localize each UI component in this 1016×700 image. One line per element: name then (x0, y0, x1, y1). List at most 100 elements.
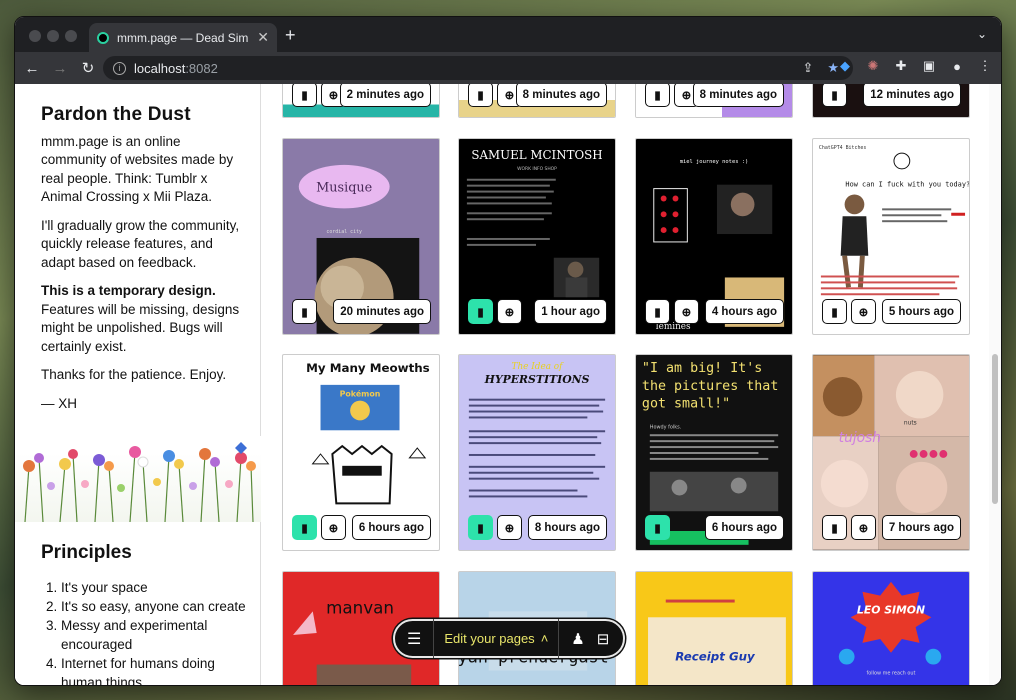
card-heading: LEO SIMON (857, 603, 925, 616)
card-heading: How can I fuck with you today? (845, 181, 969, 189)
scrollbar-thumb[interactable] (992, 354, 998, 504)
bookmark-button[interactable]: ▮ (468, 299, 493, 324)
browser-tab[interactable]: mmm.page — Dead Simple, Dr ✕ (89, 23, 277, 52)
page-card[interactable]: ▮ ⊕ 8 minutes ago (458, 84, 616, 118)
page-card[interactable]: "I am big! It's the pictures that got sm… (635, 354, 793, 551)
card-subtext: Pokémon (340, 389, 381, 399)
bookmark-button[interactable]: ▮ (645, 84, 670, 107)
close-window-dot[interactable] (29, 30, 41, 42)
flowers-illustration (15, 436, 261, 522)
card-heading: HYPERSTITIONS (484, 373, 590, 386)
site-info-icon[interactable]: i (113, 61, 126, 75)
card-subtext: cordial city (326, 229, 362, 235)
follow-button[interactable]: ⊕ (674, 299, 699, 324)
follow-button[interactable]: ⊕ (321, 515, 346, 540)
follow-button[interactable]: ⊕ (497, 515, 522, 540)
profile-icon[interactable]: ● (949, 58, 965, 74)
back-icon[interactable]: ← (21, 60, 43, 77)
close-tab-icon[interactable]: ✕ (257, 29, 269, 46)
temporary-design-rest: Features will be missing, designs might … (41, 301, 240, 354)
browser-menu-icon[interactable]: ⋮ (977, 58, 993, 74)
card-heading: "I am big! It's the pictures that got sm… (641, 360, 779, 412)
card-heading: miel journey notes :) (680, 159, 749, 165)
scrollbar[interactable] (989, 84, 1001, 685)
card-heading: SAMUEL MCINTOSH (471, 148, 602, 162)
share-icon[interactable]: ⇪ (802, 60, 813, 76)
extensions-puzzle-icon[interactable]: ✚ (893, 58, 909, 74)
signature: — XH (41, 395, 78, 411)
bookmark-button[interactable]: ▮ (822, 515, 847, 540)
principle-item: It's your space (61, 578, 251, 597)
page-card[interactable]: ChatGPT4 Bitches How can I fuck with you… (812, 138, 970, 335)
timestamp-chip: 6 hours ago (351, 515, 431, 540)
page-card[interactable]: The Idea of HYPERSTITIONS ▮ ⊕ 8 hours ag… (458, 354, 616, 551)
page-card[interactable]: Receipt Guy (635, 571, 793, 685)
card-heading: Musique (316, 181, 372, 196)
tab-search-icon[interactable]: ⌄ (977, 27, 987, 41)
timestamp-chip: 5 hours ago (881, 299, 961, 324)
principle-item: Internet for humans doing human things (61, 654, 251, 685)
principles-title: Principles (41, 542, 132, 563)
follow-button[interactable]: ⊕ (497, 299, 522, 324)
extension-gem-icon[interactable]: ◆ (837, 58, 853, 74)
inbox-icon[interactable]: ⊟ (597, 630, 610, 648)
bag-icon[interactable]: ♟ (571, 630, 584, 648)
sidebar-title: Pardon the Dust (41, 104, 191, 125)
growth-paragraph: I'll gradually grow the community, quick… (41, 217, 240, 270)
timestamp-chip: 20 minutes ago (333, 299, 431, 324)
url-port: :8082 (185, 60, 218, 76)
side-panel-icon[interactable]: ▣ (921, 58, 937, 74)
card-heading: tujosh (839, 430, 881, 446)
card-nav: WORK INFO SHOP (517, 166, 557, 172)
maximize-window-dot[interactable] (65, 30, 77, 42)
browser-toolbar: ← → ↻ i localhost:8082 ⇪ ★ ◆ ✺ ✚ ▣ ● ⋮ (15, 52, 1001, 84)
bookmark-button[interactable]: ▮ (292, 299, 317, 324)
bookmark-button[interactable]: ▮ (822, 299, 847, 324)
page-card[interactable]: ▮ ⊕ 8 minutes ago (635, 84, 793, 118)
edit-pages-button[interactable]: Edit your pages ˄ (433, 619, 560, 658)
timestamp-chip: 2 minutes ago (339, 84, 431, 107)
url-host: localhost (134, 60, 186, 76)
page-card[interactable]: ▮ 12 minutes ago (812, 84, 970, 118)
follow-button[interactable]: ⊕ (851, 299, 876, 324)
page-thumbnail: Receipt Guy (648, 599, 786, 685)
page-card[interactable]: Musique cordial city ▮ 20 minutes ago (282, 138, 440, 335)
reload-icon[interactable]: ↻ (77, 59, 99, 77)
intro-paragraph: mmm.page is an online community of websi… (41, 133, 234, 205)
page-card[interactable]: miel journey notes :) lemines ▮ ⊕ 4 hour… (635, 138, 793, 335)
new-tab-icon[interactable]: + (285, 25, 296, 46)
page-viewport: Pardon the Dust mmm.page is an online co… (15, 84, 1001, 685)
bookmark-button[interactable]: ▮ (292, 515, 317, 540)
card-heading: My Many Meowths (306, 361, 430, 375)
card-subtext: Howdy folks. (650, 424, 682, 430)
principle-item: It's so easy, anyone can create (61, 597, 251, 616)
menu-icon[interactable]: ☰ (407, 629, 421, 649)
bookmark-button[interactable]: ▮ (292, 84, 317, 107)
timestamp-chip: 8 hours ago (527, 515, 607, 540)
forward-icon[interactable]: → (49, 60, 71, 77)
address-bar[interactable]: i localhost:8082 ⇪ ★ (103, 56, 853, 80)
bookmark-button[interactable]: ▮ (468, 84, 493, 107)
page-card[interactable]: SAMUEL MCINTOSH WORK INFO SHOP ▮ ⊕ 1 hou… (458, 138, 616, 335)
browser-window: mmm.page — Dead Simple, Dr ✕ + ⌄ ← → ↻ i… (14, 16, 1002, 686)
thanks-paragraph: Thanks for the patience. Enjoy. (41, 367, 227, 382)
bookmark-button[interactable]: ▮ (645, 299, 670, 324)
extension-bug-icon[interactable]: ✺ (865, 58, 881, 74)
follow-button[interactable]: ⊕ (851, 515, 876, 540)
timestamp-chip: 8 minutes ago (515, 84, 607, 107)
timestamp-chip: 7 hours ago (881, 515, 961, 540)
page-card[interactable]: LEO SIMON follow me reach out (812, 571, 970, 685)
page-card[interactable]: tujosh nuts ▮ ⊕ 7 hours ago (812, 354, 970, 551)
page-card[interactable]: My Many Meowths Pokémon ▮ ⊕ 6 hours ago (282, 354, 440, 551)
sidebar: Pardon the Dust mmm.page is an online co… (15, 84, 261, 685)
minimize-window-dot[interactable] (47, 30, 59, 42)
card-heading: Receipt Guy (675, 650, 756, 664)
bookmark-button[interactable]: ▮ (468, 515, 493, 540)
card-subtext: nuts (904, 420, 917, 426)
bookmark-button[interactable]: ▮ (645, 515, 670, 540)
bookmark-button[interactable]: ▮ (822, 84, 847, 107)
edit-pages-label: Edit your pages (444, 631, 535, 646)
card-subtext: ChatGPT4 Bitches (819, 145, 866, 151)
page-card[interactable]: ▮ ⊕ 2 minutes ago (282, 84, 440, 118)
favicon-icon (97, 31, 109, 44)
